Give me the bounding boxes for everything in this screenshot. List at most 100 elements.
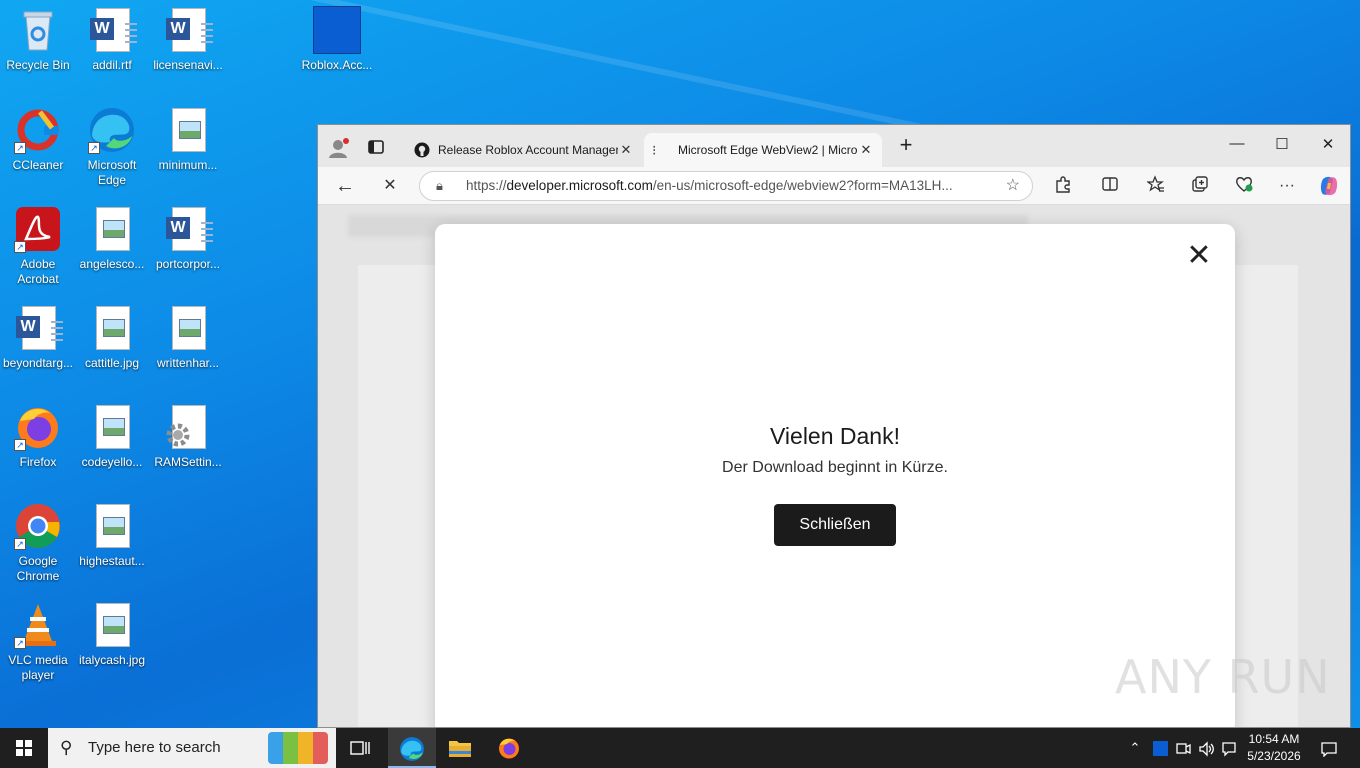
desktop-icon-label: VLC media player [8, 653, 68, 682]
clock-time: 10:54 AM [1248, 732, 1300, 746]
tab-bar: Release Roblox Account Manager ✕ ⁝ Micro… [318, 125, 1350, 167]
address-bar[interactable]: 🔒︎ https://developer.microsoft.com/en-us… [419, 171, 1033, 201]
image-file-icon [88, 601, 136, 649]
start-button[interactable] [0, 728, 48, 768]
desktop-icon-beyondtarg[interactable]: W beyondtarg... [0, 304, 76, 371]
desktop-icon-highestaut[interactable]: highestaut... [74, 502, 150, 569]
maximize-button[interactable]: ☐ [1268, 135, 1296, 153]
image-file-icon [88, 502, 136, 550]
desktop-icon-label: highestaut... [79, 554, 145, 568]
desktop-icon-adobe-acrobat[interactable]: ↗ Adobe Acrobat [0, 205, 76, 287]
taskbar-edge-button[interactable] [388, 728, 436, 768]
back-button[interactable]: ← [333, 175, 357, 197]
desktop-icon-ramsettin[interactable]: RAMSettin... [150, 403, 226, 470]
desktop-icon-label: Microsoft Edge [87, 158, 137, 187]
desktop-icon-ccleaner[interactable]: ↗ CCleaner [0, 106, 76, 173]
search-icon: ⚲ [60, 738, 73, 757]
desktop-icon-label: italycash.jpg [78, 653, 146, 667]
desktop-icon-google-chrome[interactable]: ↗ Google Chrome [0, 502, 76, 584]
split-screen-icon[interactable] [1098, 175, 1122, 197]
desktop-icon-label: writtenhar... [156, 356, 220, 370]
tab-release-roblox[interactable]: Release Roblox Account Manager ✕ [406, 133, 642, 167]
taskbar-firefox-button[interactable] [485, 728, 533, 768]
image-file-icon [88, 403, 136, 451]
word-document-icon: W [164, 205, 213, 253]
browser-essentials-icon[interactable] [1232, 175, 1256, 197]
desktop-icon-microsoft-edge[interactable]: ↗ Microsoft Edge [74, 106, 150, 188]
desktop-icon-recycle-bin[interactable]: Recycle Bin [0, 6, 76, 73]
extensions-icon[interactable] [1051, 175, 1075, 197]
show-hidden-icons-chevron-icon[interactable]: ⌃ [1124, 728, 1146, 768]
desktop-icon-angelesco[interactable]: angelesco... [74, 205, 150, 272]
taskbar-search-box[interactable]: ⚲ Type here to search [48, 728, 336, 768]
desktop-icon-label: minimum... [158, 158, 218, 172]
desktop-icon-label: beyondtarg... [2, 356, 74, 370]
word-document-icon: W [88, 6, 137, 54]
new-tab-button[interactable]: + [892, 132, 920, 158]
shortcut-arrow-icon: ↗ [14, 538, 26, 550]
loading-spinner-icon: ⁝ [652, 141, 657, 158]
settings-file-icon [164, 403, 212, 451]
desktop-icon-firefox[interactable]: ↗ Firefox [0, 403, 76, 470]
collections-icon[interactable] [1188, 175, 1212, 197]
ccleaner-icon: ↗ [14, 106, 62, 154]
desktop-icon-minimum[interactable]: minimum... [150, 106, 226, 173]
favorites-icon[interactable] [1144, 175, 1168, 197]
url-host: developer.microsoft.com [506, 178, 653, 193]
desktop-icon-label: cattitle.jpg [84, 356, 140, 370]
desktop-icon-label: Roblox.Acc... [301, 58, 373, 72]
desktop-icon-portcorpor[interactable]: W portcorpor... [150, 205, 226, 272]
windows-logo-icon [16, 740, 32, 756]
desktop-icon-vlc[interactable]: ↗ VLC media player [0, 601, 76, 683]
folder-icon [449, 741, 471, 757]
image-file-icon [164, 304, 212, 352]
desktop-icon-licensenavi[interactable]: W licensenavi... [150, 6, 226, 73]
network-icon[interactable] [1173, 728, 1193, 768]
tab-title: Microsoft Edge WebView2 | Micro [678, 143, 858, 157]
desktop-icon-writtenhar[interactable]: writtenhar... [150, 304, 226, 371]
close-window-button[interactable]: ✕ [1314, 135, 1342, 153]
desktop-icon-addil-rtf[interactable]: W addil.rtf [74, 6, 150, 73]
profile-avatar-icon[interactable] [328, 137, 350, 159]
desktop-icon-label: licensenavi... [153, 58, 223, 72]
tab-close-button[interactable]: ✕ [618, 142, 634, 158]
desktop-icon-label: Google Chrome [16, 554, 60, 583]
desktop-icon-cattitle[interactable]: cattitle.jpg [74, 304, 150, 371]
edge-icon [400, 737, 424, 761]
shortcut-arrow-icon: ↗ [14, 637, 26, 649]
adobe-acrobat-icon: ↗ [14, 205, 62, 253]
desktop-icon-roblox-acc[interactable]: Roblox.Acc... [299, 6, 375, 73]
copilot-icon[interactable] [1317, 175, 1341, 197]
firefox-icon: ↗ [14, 403, 62, 451]
more-options-button[interactable]: ··· [1275, 175, 1299, 197]
image-file-icon [164, 106, 212, 154]
word-document-icon: W [14, 304, 63, 352]
shortcut-arrow-icon: ↗ [14, 142, 26, 154]
browser-toolbar: ← ✕ 🔒︎ https://developer.microsoft.com/e… [318, 167, 1350, 205]
tab-close-button[interactable]: ✕ [858, 142, 874, 158]
recycle-bin-icon [14, 6, 62, 54]
stop-loading-button[interactable]: ✕ [378, 175, 402, 197]
system-clock[interactable]: 10:54 AM 5/23/2026 [1238, 731, 1310, 765]
desktop-icon-label: Adobe Acrobat [17, 257, 59, 286]
tab-title: Release Roblox Account Manager [438, 143, 618, 157]
tab-webview2[interactable]: ⁝ Microsoft Edge WebView2 | Micro ✕ [644, 133, 882, 167]
desktop-icon-italycash[interactable]: italycash.jpg [74, 601, 150, 668]
dialog-close-button[interactable]: ✕ [1185, 241, 1213, 271]
url-prefix: https:// [466, 178, 507, 193]
keyboard-language-icon[interactable] [1220, 728, 1238, 768]
volume-icon[interactable] [1196, 728, 1218, 768]
notification-center-icon[interactable] [1316, 728, 1342, 768]
vlc-cone-icon: ↗ [14, 601, 62, 649]
minimize-button[interactable]: — [1223, 135, 1251, 152]
tab-actions-icon[interactable] [366, 137, 386, 157]
close-dialog-button[interactable]: Schließen [774, 504, 896, 546]
edge-browser-window: Release Roblox Account Manager ✕ ⁝ Micro… [317, 124, 1351, 728]
github-icon [414, 142, 430, 158]
favorite-star-icon[interactable]: ☆ [1006, 172, 1020, 200]
task-view-button[interactable] [336, 728, 384, 768]
edge-icon: ↗ [88, 106, 136, 154]
taskbar-file-explorer-button[interactable] [436, 728, 484, 768]
tray-app-icon[interactable] [1150, 728, 1170, 768]
desktop-icon-codeyello[interactable]: codeyello... [74, 403, 150, 470]
